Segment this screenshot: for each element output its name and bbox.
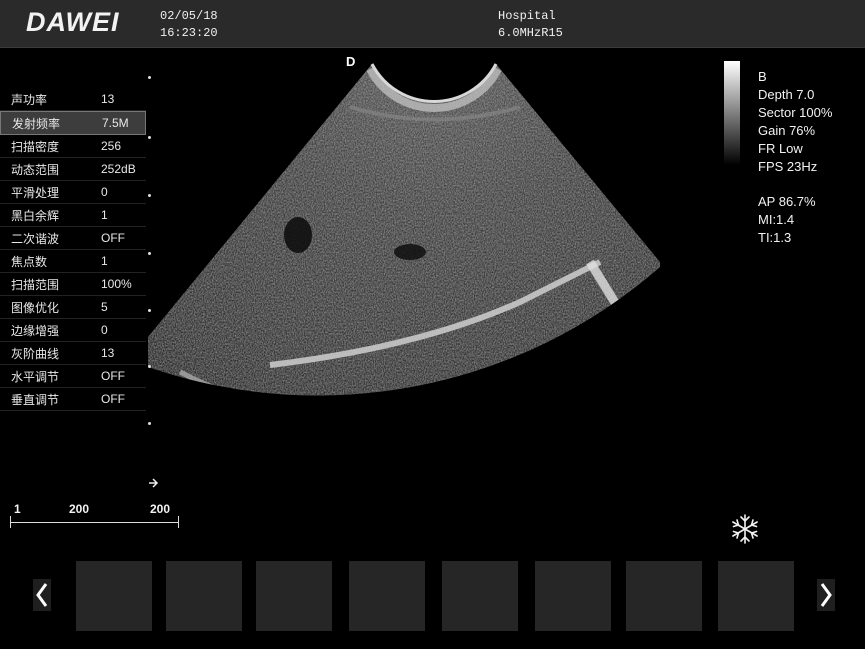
chevron-right-icon[interactable]	[817, 579, 835, 611]
param-label: 图像优化	[11, 301, 60, 315]
parameter-panel: 声功率 13 发射频率 7.5M 扫描密度 256 动态范围 252dB 平滑处理 0 黑…	[0, 88, 146, 411]
param-row[interactable]: 黑白余辉 1	[0, 204, 146, 227]
param-row[interactable]: 二次谐波 OFF	[0, 227, 146, 250]
param-value: 100%	[101, 277, 132, 291]
info-mi: MI:1.4	[758, 212, 795, 227]
param-value: OFF	[101, 392, 125, 406]
thumbnail-slot[interactable]	[535, 561, 611, 631]
param-row[interactable]: 边缘增强 0	[0, 319, 146, 342]
exam-date: 02/05/18	[160, 9, 218, 23]
hospital-name: Hospital	[498, 9, 556, 23]
top-header: DAWEI 02/05/18 16:23:20 Hospital 6.0MHzR…	[0, 0, 865, 48]
depth-marker	[148, 309, 151, 312]
scale-tick	[10, 516, 11, 528]
param-label: 扫描范围	[11, 278, 60, 292]
info-sector: Sector 100%	[758, 105, 833, 120]
scale-mid-label: 200	[69, 502, 90, 516]
probe-info: 6.0MHzR15	[498, 26, 563, 40]
param-value: 1	[101, 208, 108, 222]
param-value: 256	[101, 139, 122, 153]
param-value: OFF	[101, 369, 125, 383]
info-depth: Depth 7.0	[758, 87, 815, 102]
info-gain: Gain 76%	[758, 123, 816, 138]
param-value: OFF	[101, 231, 125, 245]
param-label: 动态范围	[11, 163, 60, 177]
thumbnail-slot[interactable]	[442, 561, 518, 631]
param-row[interactable]: 图像优化 5	[0, 296, 146, 319]
distance-scale: 1 200 200	[10, 500, 180, 534]
info-ti: TI:1.3	[758, 230, 792, 245]
scale-line	[10, 522, 178, 523]
param-row[interactable]: 扫描范围 100%	[0, 273, 146, 296]
info-mode: B	[758, 69, 767, 84]
param-value: 252dB	[101, 162, 136, 176]
param-value: 0	[101, 323, 108, 337]
thumbnail-slot[interactable]	[76, 561, 152, 631]
depth-marker	[148, 194, 151, 197]
param-label: 灰阶曲线	[11, 347, 60, 361]
param-label: 二次谐波	[11, 232, 60, 246]
brand-logo: DAWEI	[26, 7, 120, 37]
param-value: 5	[101, 300, 108, 314]
param-label: 边缘增强	[11, 324, 60, 338]
snowflake-icon[interactable]	[729, 513, 761, 545]
thumbnail-slot[interactable]	[166, 561, 242, 631]
thumbnail-slot[interactable]	[718, 561, 794, 631]
param-label: 声功率	[11, 93, 48, 107]
info-fps: FPS 23Hz	[758, 159, 818, 174]
scale-right-label: 200	[150, 502, 171, 516]
thumbnail-slot[interactable]	[349, 561, 425, 631]
param-row[interactable]: 水平调节 OFF	[0, 365, 146, 388]
depth-marker	[148, 422, 151, 425]
depth-marker	[148, 365, 151, 368]
cine-thumbnail-strip	[0, 560, 865, 632]
param-label: 发射频率	[12, 117, 61, 131]
param-row[interactable]: 垂直调节 OFF	[0, 388, 146, 411]
param-value: 1	[101, 254, 108, 268]
info-frame-rate: FR Low	[758, 141, 803, 156]
param-label: 焦点数	[11, 255, 48, 269]
param-label: 水平调节	[11, 370, 60, 384]
thumbnail-slot[interactable]	[626, 561, 702, 631]
param-value: 0	[101, 185, 108, 199]
grayscale-bar	[724, 61, 740, 165]
param-row[interactable]: 平滑处理 0	[0, 181, 146, 204]
depth-marker	[148, 252, 151, 255]
info-ap: AP 86.7%	[758, 194, 816, 209]
param-row[interactable]: 灰阶曲线 13	[0, 342, 146, 365]
param-label: 黑白余辉	[11, 209, 60, 223]
param-value: 7.5M	[102, 116, 129, 130]
scale-left-label: 1	[14, 502, 21, 516]
orientation-marker: D	[346, 54, 356, 69]
exam-time: 16:23:20	[160, 26, 218, 40]
param-label: 平滑处理	[11, 186, 60, 200]
param-row-selected[interactable]: 发射频率 7.5M	[0, 111, 146, 135]
depth-marker	[148, 136, 151, 139]
param-value: 13	[101, 92, 115, 106]
param-row[interactable]: 焦点数 1	[0, 250, 146, 273]
param-row[interactable]: 动态范围 252dB	[0, 158, 146, 181]
arrow-cursor-icon	[148, 474, 162, 493]
thumbnail-slot[interactable]	[256, 561, 332, 631]
param-value: 13	[101, 346, 115, 360]
param-row[interactable]: 声功率 13	[0, 88, 146, 111]
param-row[interactable]: 扫描密度 256	[0, 135, 146, 158]
scale-tick	[178, 516, 179, 528]
chevron-left-icon[interactable]	[33, 579, 51, 611]
param-label: 扫描密度	[11, 140, 60, 154]
param-label: 垂直调节	[11, 393, 60, 407]
depth-marker	[148, 76, 151, 79]
